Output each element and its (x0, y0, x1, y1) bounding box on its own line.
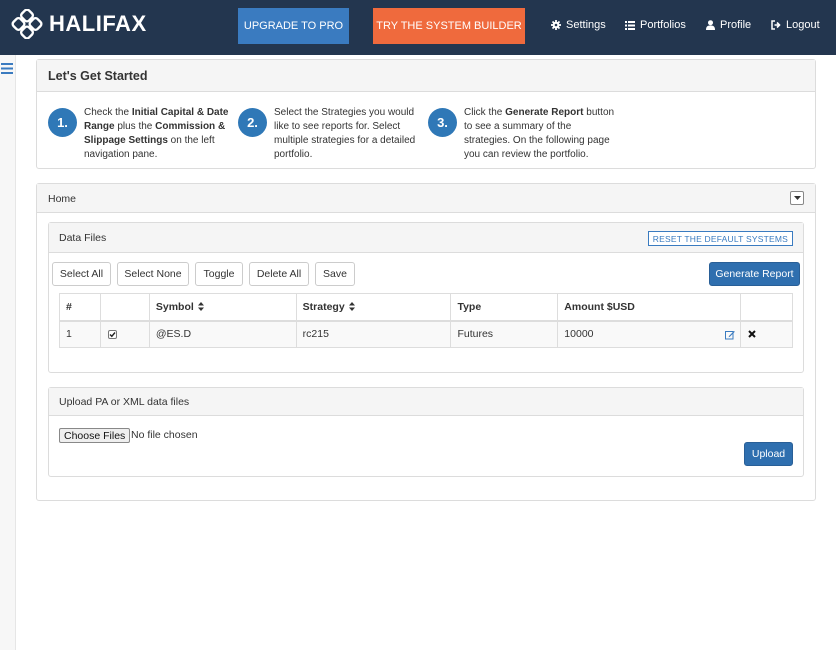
user-icon (706, 20, 715, 30)
upgrade-to-pro-button[interactable]: UPGRADE TO PRO (238, 8, 349, 44)
column-header-type: Type (450, 293, 559, 322)
save-button[interactable]: Save (315, 262, 355, 286)
gear-icon (551, 20, 561, 30)
step-1: 1. Check the Initial Capital & Date Range… (48, 106, 229, 162)
nav-settings-label: Settings (566, 19, 606, 31)
row-actions-cell (740, 320, 793, 348)
nav-profile-label: Profile (720, 19, 752, 31)
sidebar-toggle[interactable] (1, 63, 13, 77)
row-strategy: rc215 (295, 320, 452, 348)
choose-files-button[interactable]: Choose Files (59, 428, 131, 443)
step-3: 3. Click the Generate Report button to se… (428, 106, 614, 162)
delete-all-button[interactable]: Delete All (249, 262, 309, 286)
nav-logout-link[interactable]: Logout (771, 19, 820, 31)
home-panel-header: Home (37, 184, 815, 213)
step-3-text: Click the Generate Report button to see a… (464, 107, 615, 160)
row-amount: 10000 (564, 328, 594, 341)
top-navbar: HALIFAX UPGRADE TO PRO TRY THE SYSTEM BU… (0, 0, 836, 55)
symbol-header-label: Symbol (155, 300, 194, 313)
row-type: Futures (450, 320, 559, 348)
upload-button[interactable]: Upload (744, 442, 793, 466)
nav-portfolios-label: Portfolios (640, 19, 686, 31)
nav-profile-link[interactable]: Profile (706, 19, 751, 31)
caret-down-icon (793, 196, 801, 200)
hamburger-menu-icon (1, 63, 13, 74)
table-row: 1 @ES.D rc215 Futures 10000 (59, 320, 793, 348)
sort-icon (197, 302, 204, 312)
strategy-header-label: Strategy (302, 300, 345, 313)
row-number: 1 (59, 320, 101, 348)
home-title: Home (48, 193, 77, 205)
step-2-text: Select the Strategies you would like to s… (274, 107, 416, 160)
generate-report-button[interactable]: Generate Report (709, 262, 800, 286)
column-header-symbol[interactable]: Symbol (148, 293, 297, 322)
no-file-chosen-text: No file chosen (131, 429, 198, 441)
list-icon (625, 20, 635, 30)
row-select-cell (99, 320, 150, 348)
step-2: 2. Select the Strategies you would like t… (238, 106, 415, 162)
nav-settings-link[interactable]: Settings (551, 19, 606, 31)
select-all-button[interactable]: Select All (52, 262, 111, 286)
edit-icon[interactable] (725, 330, 735, 340)
brand-logo[interactable]: HALIFAX (11, 9, 147, 39)
getting-started-title: Let's Get Started (37, 60, 815, 92)
getting-started-panel: Let's Get Started 1. Check the Initial C… (36, 59, 816, 169)
toggle-button[interactable]: Toggle (195, 262, 243, 286)
delete-x-icon[interactable] (748, 330, 756, 338)
column-header-amount: Amount $USD (557, 293, 741, 322)
brand-name: HALIFAX (49, 11, 147, 36)
row-checkbox[interactable] (107, 329, 117, 339)
home-collapse-button[interactable] (790, 191, 804, 205)
data-files-header: Data Files RESET THE DEFAULT SYSTEMS (49, 223, 803, 253)
logout-icon (771, 20, 781, 30)
column-header-select (99, 293, 150, 322)
data-files-table: # Symbol Strategy Type Amount $USD 1 @ES… (59, 293, 793, 348)
reset-default-systems-button[interactable]: RESET THE DEFAULT SYSTEMS (647, 231, 793, 246)
nav-portfolios-link[interactable]: Portfolios (625, 19, 686, 31)
column-header-actions (740, 293, 793, 322)
column-header-strategy[interactable]: Strategy (295, 293, 452, 322)
select-none-button[interactable]: Select None (117, 262, 189, 286)
table-header-row: # Symbol Strategy Type Amount $USD (59, 293, 793, 322)
step-1-text: Check the Initial Capital & Date Range pl… (84, 107, 229, 160)
upload-panel-title: Upload PA or XML data files (49, 388, 803, 416)
step-3-number: 3. (428, 108, 457, 137)
nav-logout-label: Logout (786, 19, 820, 31)
sort-icon (348, 302, 355, 312)
step-2-number: 2. (238, 108, 267, 137)
row-symbol: @ES.D (148, 320, 297, 348)
halifax-logo-icon (11, 9, 43, 39)
column-header-number: # (59, 293, 101, 322)
data-files-title: Data Files (59, 232, 107, 244)
row-amount-cell: 10000 (557, 320, 741, 348)
try-system-builder-button[interactable]: TRY THE SYSTEM BUILDER (373, 8, 525, 44)
step-1-number: 1. (48, 108, 77, 137)
sidebar-collapsed (0, 55, 16, 650)
